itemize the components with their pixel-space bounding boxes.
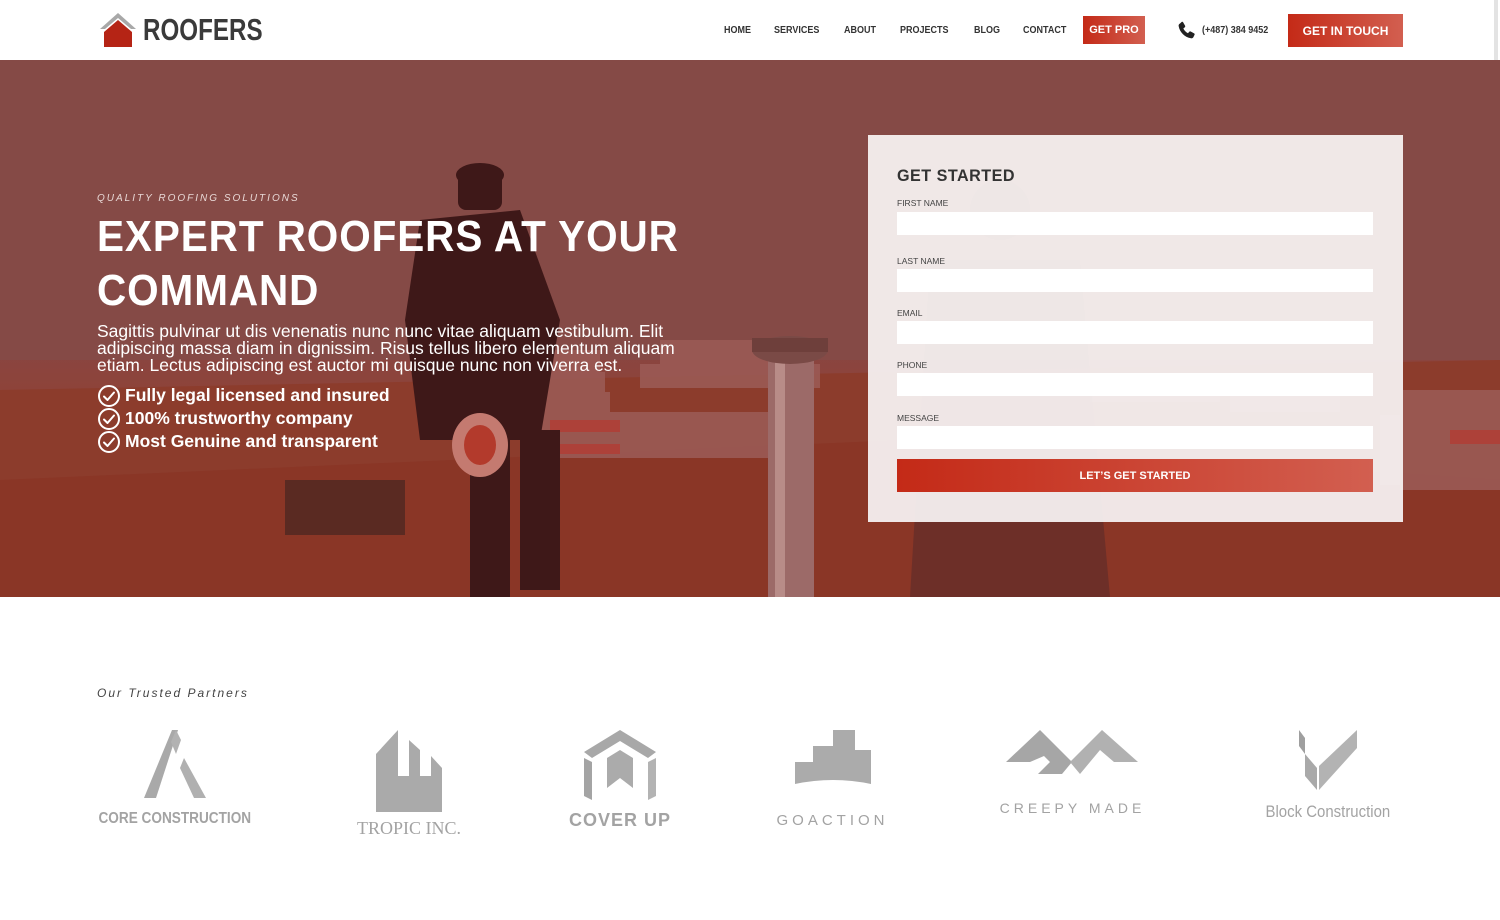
partner-name: CORE CONSTRUCTION: [98, 810, 252, 827]
partner-logo-tropic-inc[interactable]: TROPIC INC.: [350, 728, 468, 843]
goaction-logo-icon: [794, 730, 871, 784]
email-label: EMAIL: [897, 308, 923, 318]
partner-name: COVER UP: [568, 810, 672, 830]
nav-about[interactable]: ABOUT: [844, 25, 876, 36]
message-label: MESSAGE: [897, 413, 940, 423]
block-construction-logo-icon: [1298, 730, 1357, 790]
phone-number: (+487) 384 9452: [1202, 24, 1269, 36]
checklist-text: Fully legal licensed and insured: [125, 385, 390, 405]
core-construction-logo-icon: [144, 730, 206, 798]
partner-logo-goaction[interactable]: GOACTION: [775, 728, 890, 843]
nav-blog[interactable]: BLOG: [974, 25, 1000, 36]
phone-contact[interactable]: (+487) 384 9452: [1176, 20, 1276, 40]
house-roof-icon: [100, 13, 136, 47]
form-title: GET STARTED: [897, 166, 1015, 185]
nav-projects[interactable]: PROJECTS: [900, 25, 949, 36]
partner-name: CREEPY MADE: [999, 800, 1146, 816]
first-name-label: FIRST NAME: [897, 198, 949, 208]
get-pro-button[interactable]: GET PRO: [1083, 16, 1145, 44]
phone-input[interactable]: [897, 373, 1373, 396]
partner-logo-creepy-made[interactable]: CREEPY MADE: [990, 728, 1155, 843]
tropic-inc-logo-icon: [376, 730, 442, 812]
phone-label: PHONE: [897, 360, 928, 370]
partner-name: Block Construction: [1265, 802, 1390, 821]
cover-up-logo-icon: [584, 730, 656, 800]
partner-logo-cover-up[interactable]: COVER UP: [565, 728, 675, 843]
partner-name: TROPIC INC.: [356, 818, 461, 838]
logo-text: ROOFERS: [143, 12, 263, 47]
get-started-form: GET STARTED FIRST NAME LAST NAME EMAIL P…: [868, 135, 1403, 522]
nav-home[interactable]: HOME: [724, 25, 751, 36]
last-name-input[interactable]: [897, 269, 1373, 292]
hero-description: Sagittis pulvinar ut dis venenatis nunc …: [97, 321, 675, 375]
first-name-input[interactable]: [897, 212, 1373, 235]
checklist-text: 100% trustworthy company: [125, 408, 353, 428]
hero-eyebrow: QUALITY ROOFING SOLUTIONS: [97, 193, 300, 204]
page-scrollbar[interactable]: [1494, 0, 1498, 60]
check-circle-icon: [98, 407, 120, 430]
hero-section: QUALITY ROOFING SOLUTIONS EXPERT ROOFERS…: [0, 60, 1500, 597]
creepy-made-logo-icon: [1005, 730, 1138, 774]
partner-logo-block-construction[interactable]: Block Construction: [1255, 728, 1400, 843]
checklist-item: 100% trustworthy company: [97, 407, 390, 430]
logo[interactable]: ROOFERS: [99, 12, 296, 48]
message-input[interactable]: [897, 426, 1373, 449]
last-name-label: LAST NAME: [897, 256, 946, 266]
phone-icon: [1178, 21, 1195, 38]
site-header: ROOFERS HOME SERVICES ABOUT PROJECTS BLO…: [0, 0, 1500, 60]
get-in-touch-button[interactable]: GET IN TOUCH: [1288, 14, 1403, 47]
partners-heading: Our Trusted Partners: [97, 686, 249, 700]
partner-name: GOACTION: [776, 812, 889, 829]
check-circle-icon: [98, 384, 120, 407]
checklist-text: Most Genuine and transparent: [125, 431, 378, 451]
checklist-item: Most Genuine and transparent: [97, 430, 390, 453]
partner-logo-core-construction[interactable]: CORE CONSTRUCTION: [98, 728, 252, 843]
nav-contact[interactable]: CONTACT: [1023, 25, 1066, 36]
nav-services[interactable]: SERVICES: [774, 25, 819, 36]
email-input[interactable]: [897, 321, 1373, 344]
lets-get-started-button[interactable]: LET’S GET STARTED: [897, 459, 1373, 492]
hero-title: EXPERT ROOFERS AT YOUR COMMAND: [97, 212, 679, 315]
checklist-item: Fully legal licensed and insured: [97, 384, 390, 407]
feature-checklist: Fully legal licensed and insured 100% tr…: [97, 384, 390, 453]
check-circle-icon: [98, 430, 120, 453]
